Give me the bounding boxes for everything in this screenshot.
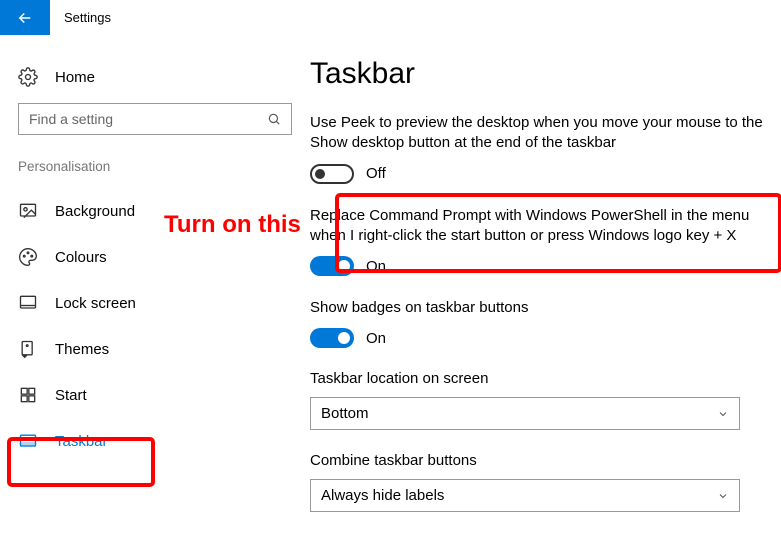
- toggle-badges[interactable]: [310, 328, 354, 348]
- chevron-down-icon: [717, 490, 729, 502]
- sidebar-item-themes[interactable]: Themes: [18, 326, 292, 372]
- palette-icon: [18, 247, 38, 267]
- toggle-powershell[interactable]: [310, 256, 354, 276]
- sidebar-item-label: Themes: [55, 341, 109, 358]
- setting-peek: Use Peek to preview the desktop when you…: [310, 113, 781, 184]
- dropdown-value: Bottom: [321, 405, 369, 422]
- setting-badges: Show badges on taskbar buttons On: [310, 298, 781, 348]
- home-nav[interactable]: Home: [18, 57, 292, 97]
- toggle-state: On: [366, 258, 386, 275]
- toggle-state: Off: [366, 165, 386, 182]
- chevron-down-icon: [717, 408, 729, 420]
- search-input[interactable]: [29, 111, 267, 127]
- lockscreen-icon: [18, 293, 38, 313]
- dropdown-value: Always hide labels: [321, 487, 444, 504]
- page-title: Taskbar: [310, 57, 781, 91]
- setting-location: Taskbar location on screen Bottom: [310, 370, 781, 430]
- main-panel: Taskbar Use Peek to preview the desktop …: [310, 35, 781, 538]
- annotation-text: Turn on this: [164, 211, 301, 239]
- themes-icon: [18, 339, 38, 359]
- toggle-peek[interactable]: [310, 164, 354, 184]
- titlebar: Settings: [0, 0, 781, 35]
- sidebar-item-taskbar[interactable]: Taskbar: [18, 418, 292, 464]
- dropdown-location[interactable]: Bottom: [310, 397, 740, 430]
- arrow-left-icon: [16, 9, 34, 27]
- search-input-container[interactable]: [18, 103, 292, 135]
- setting-desc: Use Peek to preview the desktop when you…: [310, 113, 781, 154]
- setting-combine: Combine taskbar buttons Always hide labe…: [310, 452, 781, 512]
- taskbar-icon: [18, 431, 38, 451]
- sidebar-item-lockscreen[interactable]: Lock screen: [18, 280, 292, 326]
- back-button[interactable]: [0, 0, 50, 35]
- search-icon: [267, 112, 281, 126]
- dropdown-combine[interactable]: Always hide labels: [310, 479, 740, 512]
- field-label: Taskbar location on screen: [310, 370, 781, 387]
- image-icon: [18, 201, 38, 221]
- gear-icon: [18, 67, 38, 87]
- toggle-state: On: [366, 330, 386, 347]
- sidebar-item-label: Background: [55, 203, 135, 220]
- sidebar-item-start[interactable]: Start: [18, 372, 292, 418]
- setting-powershell: Replace Command Prompt with Windows Powe…: [310, 206, 781, 277]
- start-icon: [18, 385, 38, 405]
- sidebar: Home Personalisation Background Colours …: [0, 35, 310, 538]
- sidebar-item-label: Lock screen: [55, 295, 136, 312]
- window-title: Settings: [64, 10, 111, 25]
- sidebar-item-label: Colours: [55, 249, 107, 266]
- setting-desc: Show badges on taskbar buttons: [310, 298, 781, 318]
- sidebar-item-label: Start: [55, 387, 87, 404]
- sidebar-item-colours[interactable]: Colours: [18, 234, 292, 280]
- setting-desc: Replace Command Prompt with Windows Powe…: [310, 206, 781, 247]
- home-label: Home: [55, 69, 95, 86]
- field-label: Combine taskbar buttons: [310, 452, 781, 469]
- section-header: Personalisation: [18, 159, 292, 174]
- sidebar-item-label: Taskbar: [55, 433, 108, 450]
